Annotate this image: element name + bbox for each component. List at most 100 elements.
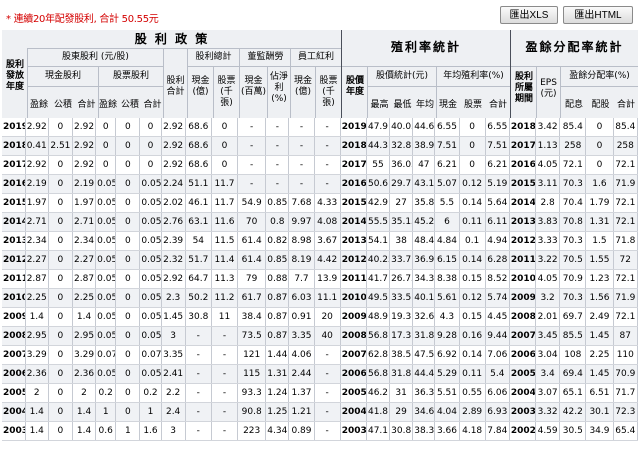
table-cell: 4.42 bbox=[314, 250, 341, 270]
table-cell: 2007 bbox=[508, 326, 537, 346]
table-cell: 70.5 bbox=[559, 250, 587, 270]
table-cell: 41.8 bbox=[366, 402, 391, 422]
table-cell: 26.75 bbox=[389, 269, 414, 289]
table-cell: 72.1 bbox=[613, 307, 639, 327]
table-cell: 2.02 bbox=[161, 193, 186, 213]
table-cell: 3.29 bbox=[25, 345, 49, 365]
table-cell: - bbox=[265, 118, 290, 137]
table-cell: 72 bbox=[613, 250, 639, 270]
table-cell: 0 bbox=[115, 136, 141, 156]
table-cell: 0 bbox=[115, 345, 141, 365]
table-cell: 45.2 bbox=[412, 212, 436, 232]
table-cell: 0 bbox=[95, 155, 117, 175]
table-cell: 5.64 bbox=[485, 193, 510, 213]
cash-surplus-header: 盈餘 bbox=[29, 100, 48, 110]
table-cell: 0.05 bbox=[95, 250, 117, 270]
table-cell: 223 bbox=[237, 421, 267, 441]
cash-total-header: 合計 bbox=[77, 100, 96, 110]
table-cell: 11.2 bbox=[211, 288, 239, 308]
export-xls-button[interactable]: 匯出XLS bbox=[500, 6, 558, 24]
table-cell: 1.4 bbox=[72, 402, 97, 422]
table-cell: - bbox=[211, 345, 239, 365]
table-cell: 1.13 bbox=[535, 136, 561, 156]
table-cell: 69.4 bbox=[559, 364, 587, 384]
table-cell: 55.5 bbox=[366, 212, 391, 232]
table-cell: 33.7 bbox=[389, 250, 414, 270]
table-cell: 0 bbox=[211, 155, 239, 175]
table-cell: 2.19 bbox=[25, 174, 49, 194]
table-cell: 6.92 bbox=[434, 345, 460, 365]
table-cell: 2.49 bbox=[585, 307, 614, 327]
table-cell: 0.07 bbox=[139, 345, 162, 365]
table-cell: 40.05 bbox=[389, 118, 414, 137]
table-cell: 0.05 bbox=[139, 269, 162, 289]
table-cell: 44.4 bbox=[412, 364, 436, 384]
table-cell: 0 bbox=[115, 364, 141, 384]
table-cell: 68.6 bbox=[185, 118, 212, 137]
table-cell: 0 bbox=[48, 421, 73, 441]
table-cell: 0.16 bbox=[459, 326, 486, 346]
table-cell: 0.87 bbox=[265, 307, 290, 327]
table-cell: 0.14 bbox=[459, 193, 486, 213]
table-cell: 2003 bbox=[339, 421, 367, 441]
table-cell: 48.9 bbox=[366, 307, 391, 327]
table-cell: 2.89 bbox=[459, 402, 486, 422]
table-row: 20172.9202.920002.9268.60----20175536.05… bbox=[2, 155, 639, 175]
table-cell: 2008 bbox=[2, 326, 26, 346]
export-html-button[interactable]: 匯出HTML bbox=[563, 6, 633, 24]
table-row: 20192.9202.920002.9268.60----201947.940.… bbox=[2, 118, 639, 137]
table-cell: - bbox=[237, 136, 267, 156]
table-cell: 2.41 bbox=[161, 364, 186, 384]
table-cell: 50.2 bbox=[185, 288, 212, 308]
table-cell: 5.74 bbox=[485, 288, 510, 308]
table-cell: 4.05 bbox=[535, 269, 561, 289]
table-cell: 0.05 bbox=[139, 193, 162, 213]
table-cell: 2014 bbox=[508, 193, 537, 213]
table-cell: 2010 bbox=[339, 288, 367, 308]
table-cell: 42.9 bbox=[366, 193, 391, 213]
table-cell: 0 bbox=[115, 383, 141, 403]
table-cell: 0 bbox=[115, 307, 141, 327]
table-cell: 38 bbox=[389, 231, 414, 251]
table-cell: 54.1 bbox=[366, 231, 391, 251]
table-cell: 2.24 bbox=[161, 174, 186, 194]
table-cell: 0 bbox=[48, 326, 73, 346]
table-cell: 1 bbox=[95, 402, 117, 422]
table-cell: 2.44 bbox=[288, 364, 315, 384]
table-cell: 0 bbox=[48, 174, 73, 194]
table-cell: 3.32 bbox=[535, 402, 561, 422]
table-cell: 5.61 bbox=[434, 288, 460, 308]
table-cell: 4.04 bbox=[434, 402, 460, 422]
table-cell: 7.84 bbox=[485, 421, 510, 441]
table-cell: 3.42 bbox=[535, 118, 561, 137]
table-cell: 2.87 bbox=[25, 269, 49, 289]
earnings-period-header: 股利所屬期間 bbox=[514, 72, 533, 104]
table-cell: 1.44 bbox=[265, 345, 290, 365]
table-cell: 258 bbox=[613, 136, 639, 156]
table-cell: 0 bbox=[48, 345, 73, 365]
table-cell: 2008 bbox=[339, 326, 367, 346]
table-cell: 2.27 bbox=[25, 250, 49, 270]
table-cell: 20 bbox=[314, 307, 341, 327]
table-row: 20180.412.512.920002.9268.60----201844.3… bbox=[2, 136, 639, 156]
table-cell: 0.05 bbox=[139, 250, 162, 270]
cash-reserve-header: 公積 bbox=[53, 100, 72, 110]
table-cell: 0 bbox=[115, 402, 141, 422]
table-cell: 30.8 bbox=[185, 307, 212, 327]
table-cell: 2017 bbox=[339, 155, 367, 175]
table-cell: 2016 bbox=[2, 174, 26, 194]
table-cell: 0 bbox=[115, 250, 141, 270]
table-cell: 2.51 bbox=[48, 136, 73, 156]
table-cell: 1.45 bbox=[585, 364, 614, 384]
table-cell: 0 bbox=[115, 269, 141, 289]
table-cell: 0.05 bbox=[139, 307, 162, 327]
table-cell: 108 bbox=[559, 345, 587, 365]
table-cell: 56.8 bbox=[366, 364, 391, 384]
table-row: 20142.7102.710.0500.052.7663.111.6700.89… bbox=[2, 212, 639, 232]
table-cell: 0.11 bbox=[459, 212, 486, 232]
table-cell: 27 bbox=[389, 193, 414, 213]
table-cell: 6.03 bbox=[288, 288, 315, 308]
table-cell: 2005 bbox=[508, 364, 537, 384]
table-cell: 8.38 bbox=[434, 269, 460, 289]
table-cell: - bbox=[314, 136, 341, 156]
